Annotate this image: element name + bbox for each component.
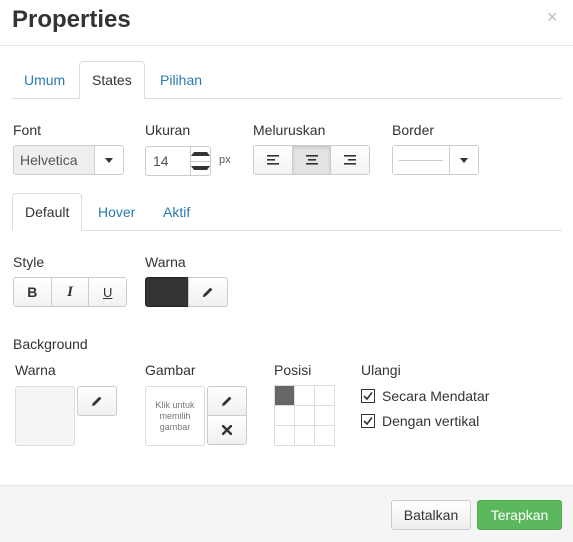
close-icon[interactable]: × — [547, 8, 558, 26]
pencil-icon — [202, 286, 214, 298]
position-cell-middle-right[interactable] — [315, 406, 335, 426]
bg-position-grid — [274, 385, 335, 446]
bg-image-remove-button[interactable] — [207, 415, 247, 445]
apply-button[interactable]: Terapkan — [477, 500, 562, 530]
position-cell-bottom-left[interactable] — [275, 426, 295, 446]
repeat-vertical-label: Dengan vertikal — [382, 413, 480, 429]
tab-umum[interactable]: Umum — [12, 61, 77, 99]
size-value: 14 — [153, 153, 169, 169]
repeat-horizontal-checkbox[interactable] — [361, 389, 375, 403]
underline-button[interactable]: U — [88, 278, 126, 306]
repeat-horizontal-option[interactable]: Secara Mendatar — [361, 388, 489, 404]
font-label: Font — [13, 122, 42, 138]
header-divider — [0, 45, 573, 46]
increment-icon[interactable] — [191, 147, 210, 161]
size-stepper[interactable]: 14 — [145, 146, 211, 176]
position-cell-middle-left[interactable] — [275, 406, 295, 426]
bg-image-edit-button[interactable] — [207, 386, 247, 416]
bg-image-placeholder: Klik untuk memilih gambar — [155, 399, 195, 432]
position-cell-top-center[interactable] — [295, 386, 315, 406]
font-select[interactable]: Helvetica — [13, 145, 124, 175]
text-color-edit-button[interactable] — [188, 277, 228, 307]
repeat-vertical-option[interactable]: Dengan vertikal — [361, 413, 479, 429]
decrement-icon[interactable] — [191, 160, 210, 176]
align-label: Meluruskan — [253, 122, 326, 138]
position-cell-bottom-center[interactable] — [295, 426, 315, 446]
tab-states[interactable]: States — [79, 61, 145, 99]
left-align-icon[interactable] — [254, 146, 292, 174]
bg-image-label: Gambar — [145, 362, 196, 378]
tab-aktif[interactable]: Aktif — [151, 193, 202, 231]
bg-image-picker[interactable]: Klik untuk memilih gambar — [145, 386, 205, 446]
close-icon — [222, 425, 232, 435]
bg-color-edit-button[interactable] — [77, 386, 117, 416]
tab-pilihan[interactable]: Pilihan — [148, 61, 214, 99]
bg-position-label: Posisi — [274, 362, 312, 378]
border-style-preview — [393, 146, 450, 174]
tab-hover[interactable]: Hover — [86, 193, 147, 231]
pencil-icon — [221, 395, 233, 407]
bg-color-swatch[interactable] — [15, 386, 75, 446]
chevron-down-icon — [95, 146, 123, 174]
cancel-button[interactable]: Batalkan — [391, 500, 471, 530]
bold-button[interactable]: B — [14, 278, 51, 306]
size-unit: px — [219, 154, 231, 166]
position-cell-middle-center[interactable] — [295, 406, 315, 426]
background-label: Background — [13, 336, 88, 352]
chevron-down-icon — [450, 146, 478, 174]
style-label: Style — [13, 254, 45, 270]
color-label: Warna — [145, 254, 186, 270]
italic-button[interactable]: I — [50, 278, 89, 306]
right-align-icon[interactable] — [330, 146, 369, 174]
align-button-group — [253, 145, 370, 175]
text-color-swatch[interactable] — [145, 277, 189, 307]
position-cell-top-left[interactable] — [275, 386, 295, 406]
center-align-icon[interactable] — [291, 146, 331, 174]
bg-repeat-label: Ulangi — [361, 362, 401, 378]
size-label: Ukuran — [145, 122, 191, 138]
border-label: Border — [392, 122, 435, 138]
position-cell-bottom-right[interactable] — [315, 426, 335, 446]
style-button-group: B I U — [13, 277, 127, 307]
dialog-title: Properties — [12, 6, 131, 33]
repeat-horizontal-label: Secara Mendatar — [382, 388, 490, 404]
repeat-vertical-checkbox[interactable] — [361, 414, 375, 428]
border-select[interactable] — [392, 145, 479, 175]
bg-color-label: Warna — [15, 362, 56, 378]
position-cell-top-right[interactable] — [315, 386, 335, 406]
pencil-icon — [91, 395, 103, 407]
tab-default[interactable]: Default — [12, 193, 83, 231]
font-select-value: Helvetica — [14, 146, 95, 174]
